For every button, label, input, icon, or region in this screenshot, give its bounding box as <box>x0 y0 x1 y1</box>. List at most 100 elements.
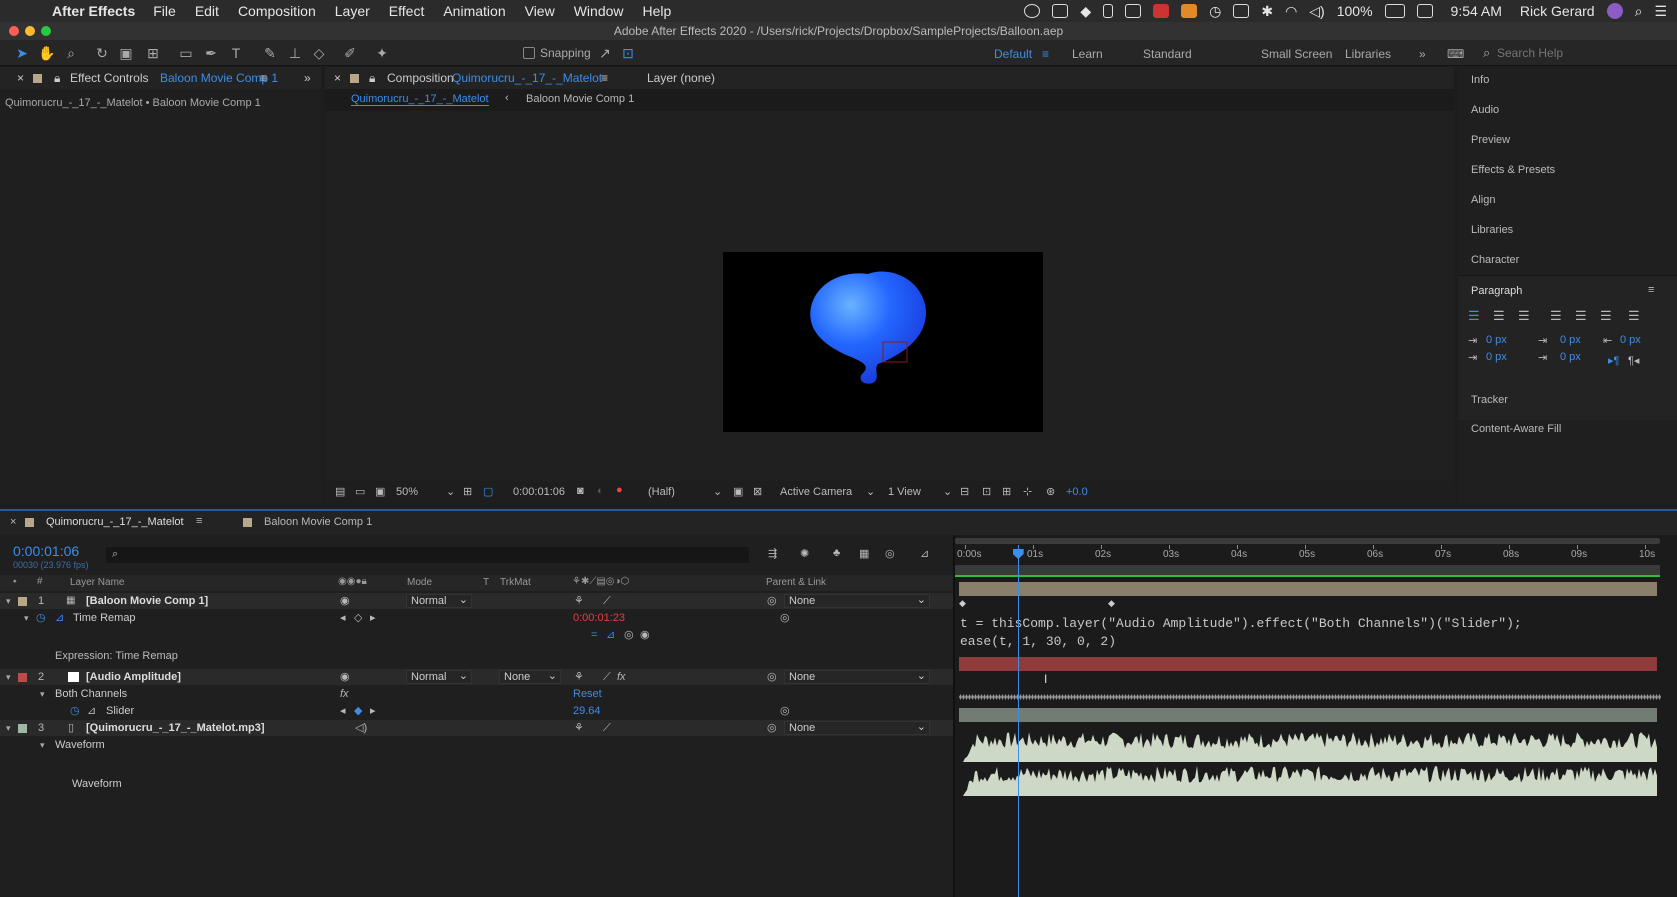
zoom-tool-icon[interactable]: ⌕ <box>63 45 79 61</box>
panel-content-aware-fill[interactable]: Content-Aware Fill <box>1471 423 1561 435</box>
exposure-value[interactable]: +0.0 <box>1066 486 1088 498</box>
layer-1-pickwhip-icon[interactable]: ◎ <box>767 593 777 609</box>
slider-keyframe-icon[interactable]: ◆ <box>354 703 362 719</box>
composition-tab-target[interactable]: Quimorucru_-_17_-_Matelot <box>452 67 602 89</box>
zoom-chevron-down-icon[interactable]: ⌄ <box>446 485 455 498</box>
layer-1-bar[interactable] <box>959 582 1657 596</box>
timeline-tab-active[interactable]: Quimorucru_-_17_-_Matelot <box>46 516 184 528</box>
zoom-dropdown[interactable]: 50% <box>396 486 418 498</box>
snapshot-camera-icon[interactable]: ◙ <box>577 485 584 497</box>
dropbox-icon[interactable]: ◆ <box>1080 3 1091 20</box>
menu-animation[interactable]: Animation <box>443 3 505 19</box>
current-time-indicator[interactable] <box>1012 545 1024 897</box>
user-avatar-icon[interactable] <box>1606 3 1623 19</box>
layer-3-bar[interactable] <box>959 708 1657 722</box>
battery-icon[interactable] <box>1384 4 1405 18</box>
expand-layer-3-icon[interactable]: ▾ <box>6 720 11 736</box>
type-tool-icon[interactable]: T <box>228 45 244 61</box>
clock[interactable]: 9:54 AM <box>1451 3 1502 19</box>
justify-last-right-icon[interactable]: ☰ <box>1600 308 1612 324</box>
workspace-learn[interactable]: Learn <box>1072 47 1103 61</box>
slider-graph-icon[interactable]: ⊿ <box>87 703 96 719</box>
snap-options-icon[interactable]: ↗ <box>597 45 613 61</box>
camera-dropdown[interactable]: Active Camera <box>780 486 852 498</box>
layer-2-name[interactable]: [Audio Amplitude] <box>86 669 181 685</box>
layer-2-video-eye-icon[interactable]: ◉ <box>340 669 350 685</box>
transparency-grid-icon[interactable]: ⊠ <box>753 485 762 498</box>
reset-exposure-icon[interactable]: ⊛ <box>1046 485 1055 498</box>
layer-2-mode-dropdown[interactable]: Normal ⌄ <box>406 670 472 684</box>
comp-canvas[interactable] <box>723 252 1043 432</box>
timeline-tab-menu-icon[interactable]: ≡ <box>196 515 202 527</box>
search-help-input[interactable] <box>1497 44 1667 62</box>
expand-waveform-icon[interactable]: ▾ <box>40 737 45 753</box>
flow-crumb-active[interactable]: Quimorucru_-_17_-_Matelot <box>351 93 489 106</box>
expression-line-1[interactable]: t = thisComp.layer("Audio Amplitude").ef… <box>960 615 1650 633</box>
align-right-icon[interactable]: ☰ <box>1518 308 1530 324</box>
menu-help[interactable]: Help <box>643 3 672 19</box>
layer-name-header[interactable]: Layer Name <box>70 577 124 588</box>
expand-panel-icon[interactable]: » <box>304 67 311 89</box>
draft-3d-icon[interactable]: ✺ <box>800 547 809 560</box>
bi-icon[interactable] <box>1052 4 1069 18</box>
layer-1-collapse-icon[interactable]: ⚘ <box>574 593 584 609</box>
bluetooth-icon[interactable]: ✱ <box>1261 3 1273 20</box>
lock-icon[interactable]: 🔒︎ <box>54 67 60 89</box>
toggle-pixel-aspect-icon[interactable]: ⊟ <box>960 485 969 498</box>
layer-2-quality-icon[interactable]: ⟋ <box>603 669 611 685</box>
add-keyframe-icon[interactable]: ◇ <box>354 610 362 626</box>
rotation-tool-icon[interactable]: ↻ <box>94 45 110 61</box>
panel-align[interactable]: Align <box>1471 194 1495 206</box>
workspace-standard[interactable]: Standard <box>1143 47 1192 61</box>
lock-icon[interactable]: 🔒︎ <box>369 67 375 89</box>
brush-tool-icon[interactable]: ✎ <box>262 45 278 61</box>
view-layout-dropdown[interactable]: 1 View <box>888 486 921 498</box>
next-keyframe-icon[interactable]: ▸ <box>370 610 376 626</box>
space-after-value[interactable]: 0 px <box>1560 351 1581 363</box>
composition-tab-label[interactable]: Composition <box>387 67 454 89</box>
comp-panel-menu-icon[interactable]: ≡ <box>601 67 608 89</box>
eraser-tool-icon[interactable]: ◇ <box>311 45 327 61</box>
comp-viewer[interactable] <box>325 111 1454 481</box>
indent-right-value[interactable]: 0 px <box>1620 334 1641 346</box>
shy-layers-icon[interactable]: ♣ <box>833 547 840 559</box>
layer-2-trkmat-dropdown[interactable]: None ⌄ <box>499 670 561 684</box>
zoom-window-button[interactable] <box>41 26 51 36</box>
panel-audio[interactable]: Audio <box>1471 104 1499 116</box>
space-before-value[interactable]: 0 px <box>1486 351 1507 363</box>
close-timeline-tab-icon[interactable]: × <box>10 516 16 528</box>
snapping-checkbox[interactable] <box>523 47 535 59</box>
time-remap-keyframe-2[interactable]: ◆ <box>1108 598 1115 609</box>
panel-preview[interactable]: Preview <box>1471 134 1510 146</box>
calendar-icon[interactable] <box>1416 4 1433 18</box>
slider-row[interactable]: ◷ ⊿ Slider ◂ ◆ ▸ 29.64 ◎ <box>0 703 957 719</box>
time-machine-icon[interactable]: ◷ <box>1209 3 1221 20</box>
both-channels-row[interactable]: ▾ Both Channels fx Reset <box>0 686 957 702</box>
menu-layer[interactable]: Layer <box>335 3 370 19</box>
expression-pickwhip-icon[interactable]: ◎ <box>624 627 634 643</box>
close-comp-panel-icon[interactable]: × <box>334 67 341 89</box>
spotlight-icon[interactable]: ⌕ <box>1635 3 1643 20</box>
fast-previews-icon[interactable]: ⊡ <box>982 485 991 498</box>
menu-effect[interactable]: Effect <box>389 3 425 19</box>
current-time-display[interactable]: 0:00:01:06 <box>13 543 79 559</box>
paragraph-title[interactable]: Paragraph <box>1471 285 1522 297</box>
panel-libraries[interactable]: Libraries <box>1471 224 1513 236</box>
flowchart-icon[interactable]: ⊹ <box>1023 485 1032 498</box>
paragraph-menu-icon[interactable]: ≡ <box>1648 284 1654 296</box>
expand-time-remap-icon[interactable]: ▾ <box>24 610 29 626</box>
time-remap-keyframe-1[interactable]: ◆ <box>959 598 966 609</box>
time-remap-row[interactable]: ▾ ◷ ⊿ Time Remap ◂ ◇ ▸ 0:00:01:23 ◎ <box>0 610 957 626</box>
layer-1-name[interactable]: [Baloon Movie Comp 1] <box>86 593 208 609</box>
menu-edit[interactable]: Edit <box>195 3 219 19</box>
composition-mini-flowchart-icon[interactable]: ⇶ <box>768 547 777 560</box>
stopwatch-icon[interactable]: ◷ <box>36 610 46 626</box>
volume-icon[interactable]: ◁) <box>1309 3 1324 20</box>
waveform-group-row[interactable]: ▾ Waveform <box>0 737 957 753</box>
layer-2-parent-dropdown[interactable]: None ⌄ <box>784 670 930 684</box>
effect-controls-tab-label[interactable]: Effect Controls <box>70 67 148 89</box>
app-menu[interactable]: After Effects <box>52 3 135 19</box>
indent-first-line-value[interactable]: 0 px <box>1560 334 1581 346</box>
minimize-window-button[interactable] <box>25 26 35 36</box>
timeline-graph-area[interactable]: 0:00s 01s 02s 03s 04s 05s 06s 07s 08s 09s 10s ◆ ◆ … <box>955 535 1677 897</box>
